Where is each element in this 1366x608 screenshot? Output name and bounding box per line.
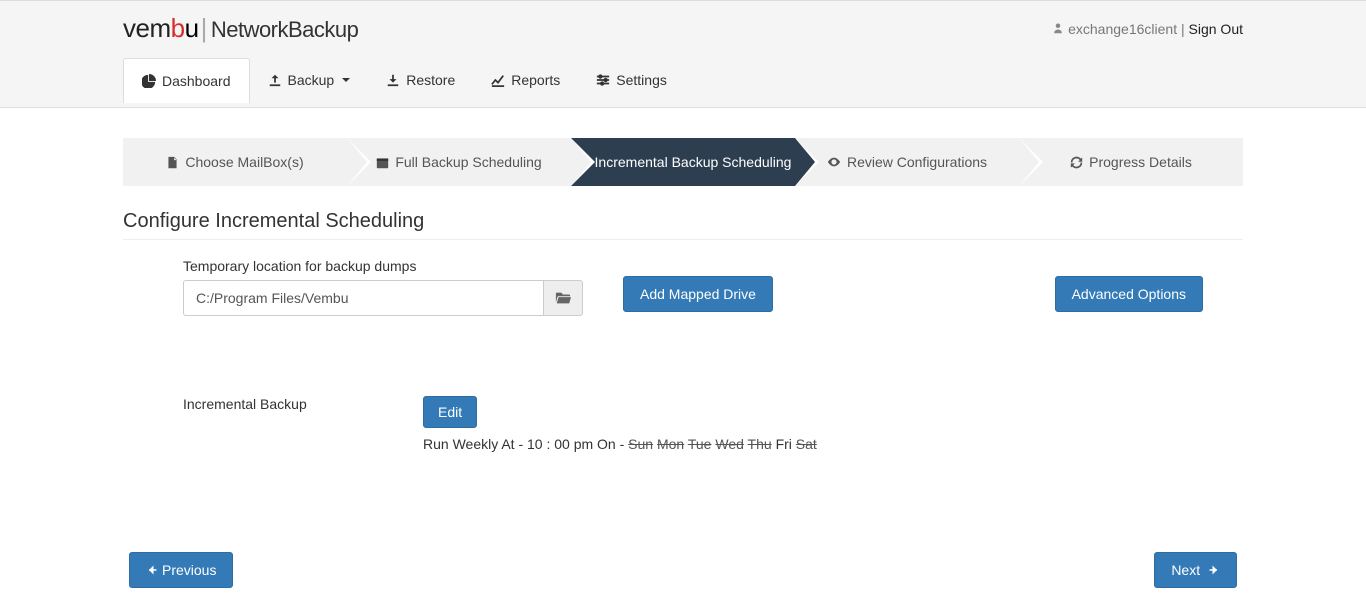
schedule-day: Sun	[628, 436, 653, 452]
refresh-icon	[1070, 156, 1083, 169]
nav-backup[interactable]: Backup	[250, 58, 369, 102]
schedule-day: Tue	[688, 436, 712, 452]
username: exchange16client	[1068, 21, 1177, 37]
chart-line-icon	[491, 73, 505, 87]
step-full-backup[interactable]: Full Backup Scheduling	[347, 138, 571, 186]
temp-location-label: Temporary location for backup dumps	[183, 258, 583, 274]
signout-link[interactable]: Sign Out	[1189, 21, 1243, 37]
chevron-down-icon	[342, 78, 350, 82]
nav-dashboard[interactable]: Dashboard	[123, 58, 250, 103]
incremental-backup-label: Incremental Backup	[183, 396, 363, 412]
file-icon	[166, 156, 179, 169]
eye-icon	[827, 155, 841, 169]
nav-reports[interactable]: Reports	[473, 58, 578, 102]
step-progress[interactable]: Progress Details	[1019, 138, 1243, 186]
folder-open-icon	[555, 291, 571, 305]
nav-settings[interactable]: Settings	[578, 58, 685, 102]
download-icon	[386, 73, 400, 87]
upload-icon	[268, 73, 282, 87]
step-choose-mailbox[interactable]: Choose MailBox(s)	[123, 138, 347, 186]
user-icon	[1052, 22, 1064, 34]
pie-chart-icon	[142, 74, 156, 88]
temp-location-input[interactable]	[183, 280, 543, 316]
schedule-summary: Run Weekly At - 10 : 00 pm On - Sun Mon …	[423, 436, 817, 452]
next-button[interactable]: Next	[1154, 552, 1237, 588]
wizard-steps: Choose MailBox(s) Full Backup Scheduling…	[123, 138, 1243, 186]
add-mapped-drive-button[interactable]: Add Mapped Drive	[623, 276, 773, 312]
schedule-day: Thu	[748, 436, 772, 452]
schedule-day: Wed	[715, 436, 744, 452]
edit-button[interactable]: Edit	[423, 396, 477, 428]
schedule-day: Fri	[776, 436, 792, 452]
nav-restore[interactable]: Restore	[368, 58, 473, 102]
main-nav: Dashboard Backup Restore Reports	[123, 58, 1243, 102]
arrow-left-icon	[146, 564, 158, 576]
schedule-day: Mon	[657, 436, 684, 452]
app-logo: vembu|NetworkBackup	[123, 13, 358, 44]
user-area: exchange16client | Sign Out	[1052, 21, 1243, 37]
advanced-options-button[interactable]: Advanced Options	[1055, 276, 1203, 312]
browse-button[interactable]	[543, 280, 583, 316]
step-incremental-backup[interactable]: Incremental Backup Scheduling	[571, 138, 795, 186]
schedule-day: Sat	[796, 436, 817, 452]
calendar-icon	[376, 156, 389, 169]
arrow-right-icon	[1208, 564, 1220, 576]
previous-button[interactable]: Previous	[129, 552, 233, 588]
sliders-icon	[596, 73, 610, 87]
step-review[interactable]: Review Configurations	[795, 138, 1019, 186]
section-title: Configure Incremental Scheduling	[123, 210, 1243, 240]
